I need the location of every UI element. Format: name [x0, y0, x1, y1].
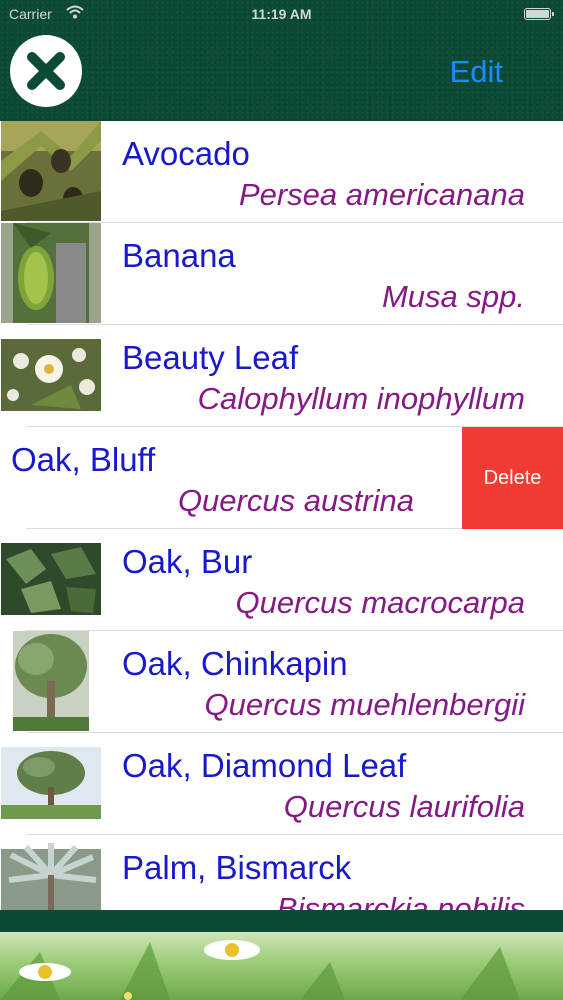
common-name: Avocado [122, 135, 250, 172]
delete-button[interactable]: Delete [462, 427, 563, 529]
scientific-name: Quercus austrina [177, 483, 414, 518]
battery-icon [524, 8, 554, 20]
list-item[interactable]: Banana Musa spp. [0, 223, 563, 325]
beauty-leaf-photo [1, 325, 101, 425]
common-name: Banana [122, 237, 236, 274]
common-name: Oak, Bluff [11, 441, 156, 478]
common-name: Palm, Bismarck [122, 849, 352, 886]
oak-chinkapin-photo [1, 631, 101, 731]
scientific-name: Quercus macrocarpa [235, 585, 525, 620]
list-item[interactable]: Avocado Persea americanana [0, 121, 563, 223]
meadow-banner-image [0, 932, 563, 1000]
scientific-name: Bismarckia nobilis [276, 891, 525, 910]
scientific-name: Musa spp. [381, 279, 525, 314]
scientific-name: Persea americanana [238, 177, 525, 212]
bottom-toolbar [0, 910, 563, 932]
scientific-name: Calophyllum inophyllum [197, 381, 525, 416]
scientific-name: Quercus muehlenbergii [204, 687, 525, 722]
common-name: Oak, Diamond Leaf [122, 747, 407, 784]
status-bar: Carrier 11:19 AM [0, 0, 563, 30]
common-name: Oak, Bur [122, 543, 253, 580]
common-name: Beauty Leaf [122, 339, 299, 376]
palm-bismarck-photo [1, 835, 101, 910]
daisy-flowers-image [0, 940, 520, 1000]
list-item[interactable]: Palm, Bismarck Bismarckia nobilis [0, 835, 563, 910]
list-item[interactable]: Oak, Chinkapin Quercus muehlenbergii [0, 631, 563, 733]
common-name: Oak, Chinkapin [122, 645, 348, 682]
list-item[interactable]: Oak, Bur Quercus macrocarpa [0, 529, 563, 631]
list-item[interactable]: Beauty Leaf Calophyllum inophyllum [0, 325, 563, 427]
list-item-swiped[interactable]: Oak, Bluff Quercus austrina Delete [0, 427, 563, 529]
edit-button[interactable]: Edit [450, 54, 503, 90]
scientific-name: Quercus laurifolia [283, 789, 525, 824]
avocado-photo [1, 121, 101, 221]
plant-list[interactable]: Avocado Persea americanana Banana Musa s… [0, 121, 563, 910]
status-time: 11:19 AM [251, 6, 312, 22]
list-item[interactable]: Oak, Diamond Leaf Quercus laurifolia [0, 733, 563, 835]
navigation-header: Carrier 11:19 AM Edit [0, 0, 563, 121]
close-button[interactable] [10, 35, 82, 107]
oak-diamond-leaf-photo [1, 733, 101, 833]
close-x-icon [27, 52, 65, 90]
banana-photo [1, 223, 101, 323]
oak-bur-photo [1, 529, 101, 629]
